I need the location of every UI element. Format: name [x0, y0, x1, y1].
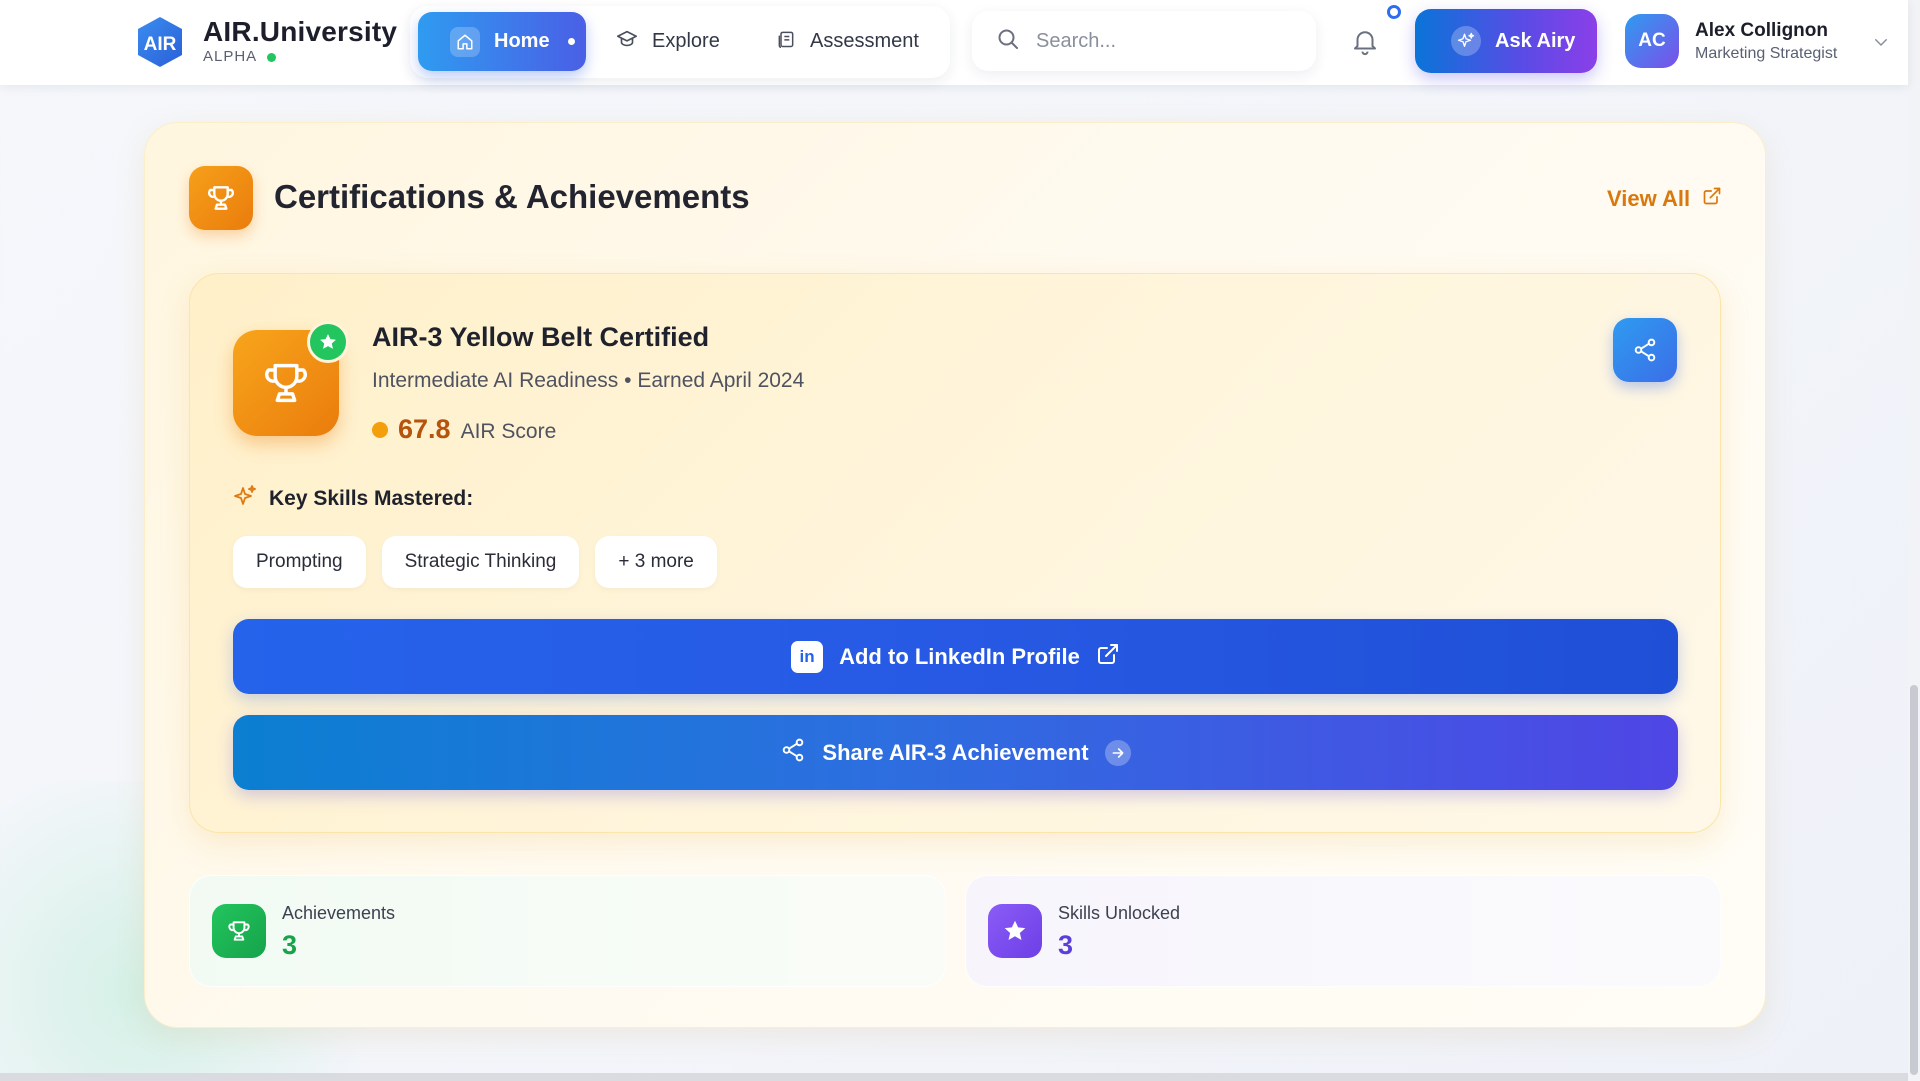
air-logo-icon[interactable]: AIR	[133, 15, 187, 69]
online-status-dot	[267, 52, 277, 62]
star-icon	[307, 321, 349, 363]
stat-value: 3	[282, 930, 298, 960]
score-label: AIR Score	[460, 420, 557, 443]
search-box[interactable]	[972, 11, 1316, 71]
active-dot	[567, 38, 575, 45]
nav-assessment-tab[interactable]: Assessment	[776, 12, 919, 71]
add-to-linkedin-button[interactable]: in Add to LinkedIn Profile	[233, 619, 1678, 694]
section-title: Certifications & Achievements	[274, 178, 750, 215]
skills-heading: Key Skills Mastered:	[233, 484, 473, 513]
add-to-linkedin-label: Add to LinkedIn Profile	[839, 643, 1080, 669]
more-skills-chip[interactable]: + 3 more	[595, 536, 717, 588]
clipboard-icon	[776, 29, 796, 55]
avatar[interactable]: AC	[1625, 14, 1679, 68]
user-name: Alex Collignon	[1695, 20, 1828, 41]
brand-name: AIR.University	[203, 16, 398, 47]
trophy-icon	[212, 904, 266, 958]
graduation-cap-icon	[616, 28, 638, 56]
top-header: AIR AIR.University ALPHA Home Explore As…	[0, 0, 1908, 85]
nav-home-tab[interactable]: Home	[418, 12, 586, 71]
skills-heading-label: Key Skills Mastered:	[269, 486, 474, 510]
bell-icon[interactable]	[1350, 26, 1382, 58]
share-achievement-label: Share AIR-3 Achievement	[822, 739, 1089, 765]
search-icon	[996, 27, 1020, 56]
sparkles-icon	[233, 484, 257, 513]
share-achievement-button[interactable]: Share AIR-3 Achievement	[233, 715, 1678, 790]
nav-assessment-label: Assessment	[810, 30, 919, 52]
arrow-right-icon	[1104, 739, 1131, 766]
user-role: Marketing Strategist	[1695, 45, 1838, 62]
user-info[interactable]: Alex Collignon Marketing Strategist	[1695, 19, 1837, 65]
share-icon	[1634, 338, 1656, 362]
skills-list: Prompting Strategic Thinking + 3 more	[233, 536, 717, 588]
share-icon-button[interactable]	[1613, 318, 1677, 382]
share-icon	[780, 737, 806, 768]
trophy-icon	[189, 166, 253, 230]
view-all-link[interactable]: View All	[1607, 186, 1722, 212]
brand: AIR.University ALPHA	[203, 16, 397, 66]
home-icon	[450, 26, 480, 57]
search-input[interactable]	[1036, 29, 1276, 53]
vertical-scrollbar-thumb[interactable]	[1910, 685, 1918, 1075]
view-all-label: View All	[1607, 186, 1691, 211]
external-link-icon	[1096, 642, 1120, 671]
stat-label: Achievements	[282, 903, 396, 923]
skills-unlocked-stat-card: Skills Unlocked 3	[965, 875, 1721, 987]
brand-tag: ALPHA	[203, 48, 258, 65]
score-dot	[372, 421, 388, 438]
linkedin-icon: in	[791, 640, 824, 673]
ask-airy-label: Ask Airy	[1495, 29, 1576, 52]
nav-explore-label: Explore	[652, 30, 720, 52]
nav-home-label: Home	[494, 30, 550, 52]
skill-chip[interactable]: Strategic Thinking	[381, 536, 580, 588]
horizontal-scrollbar[interactable]	[0, 1073, 1908, 1081]
skill-chip[interactable]: Prompting	[233, 536, 366, 588]
nav-explore-tab[interactable]: Explore	[616, 12, 720, 71]
notification-badge	[1387, 5, 1401, 19]
certificate-card: AIR-3 Yellow Belt Certified Intermediate…	[189, 273, 1721, 833]
ask-airy-button[interactable]: Ask Airy	[1415, 9, 1597, 73]
certifications-panel: Certifications & Achievements View All A…	[144, 122, 1766, 1028]
star-icon	[988, 904, 1042, 958]
sparkle-icon	[1451, 26, 1481, 56]
external-link-icon	[1702, 186, 1722, 212]
air-score: 67.8 AIR Score	[372, 414, 556, 445]
chevron-down-icon[interactable]	[1872, 33, 1890, 51]
stat-label: Skills Unlocked	[1058, 903, 1181, 923]
stat-value: 3	[1058, 930, 1074, 960]
main-nav: Home Explore Assessment	[410, 6, 950, 78]
certificate-subtitle: Intermediate AI Readiness • Earned April…	[372, 369, 805, 392]
achievements-stat-card: Achievements 3	[189, 875, 946, 987]
score-value: 67.8	[398, 414, 451, 444]
certificate-title: AIR-3 Yellow Belt Certified	[372, 322, 710, 352]
brand-tag-row: ALPHA	[203, 48, 397, 66]
logo-text: AIR	[144, 34, 177, 55]
